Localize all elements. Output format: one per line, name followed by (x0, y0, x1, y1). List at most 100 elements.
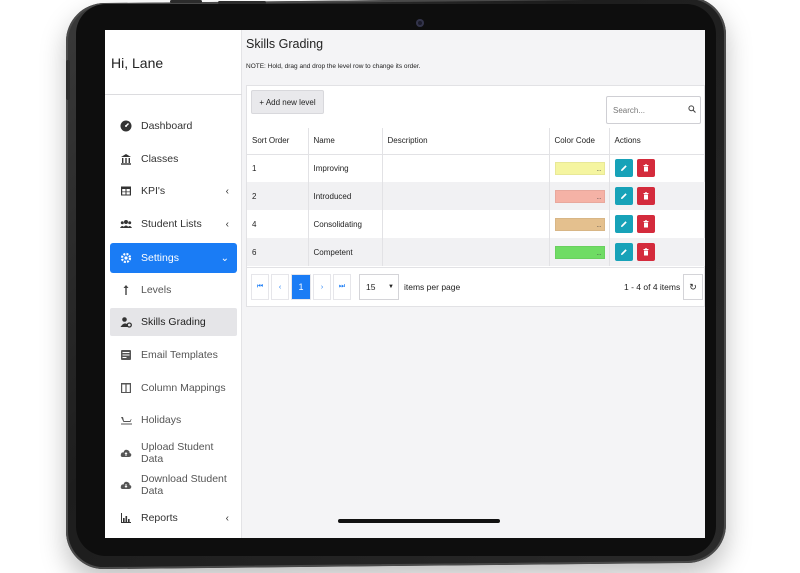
color-swatch[interactable]: ... (554, 217, 605, 231)
top-button-2 (218, 1, 266, 4)
edit-button[interactable] (614, 243, 633, 261)
sidebar-item-classes[interactable]: Classes (110, 145, 237, 173)
table-header-row: Sort Order Name Description Color Code A… (247, 128, 705, 155)
column-header-description[interactable]: Description (382, 128, 550, 155)
cloud-download-icon (120, 479, 132, 491)
sidebar-item-levels[interactable]: Levels (110, 276, 237, 304)
color-swatch[interactable]: ... (554, 245, 605, 259)
cell-name: Competent (308, 238, 383, 266)
cell-actions (609, 154, 705, 182)
table-row[interactable]: 1 Improving ... (247, 154, 705, 182)
table-row[interactable]: 2 Introduced ... (247, 182, 705, 210)
chevron-left-icon: ‹ (225, 512, 229, 524)
column-header-color-code[interactable]: Color Code (549, 128, 610, 155)
greeting: Hi, Lane (111, 55, 164, 71)
first-page-button[interactable]: ⏮ (251, 274, 269, 300)
last-page-button[interactable]: ⏭ (333, 274, 351, 300)
search-input[interactable]: Search... (606, 96, 701, 124)
swatch-dots: ... (596, 194, 602, 201)
trash-icon (643, 248, 648, 256)
cell-actions (609, 238, 705, 266)
building-columns-icon (120, 153, 132, 165)
sidebar-item-settings[interactable]: Settings ⌄ (110, 243, 237, 273)
cell-color: ... (549, 182, 610, 210)
trash-icon (643, 220, 648, 228)
swatch-dots: ... (596, 166, 602, 173)
sidebar-item-column-mappings[interactable]: Column Mappings (110, 374, 237, 402)
cell-actions (609, 210, 705, 238)
page-size-select[interactable]: 15 ▼ (359, 274, 399, 300)
swatch-dots: ... (596, 222, 602, 229)
table-icon (120, 185, 132, 197)
cell-description (382, 154, 550, 182)
cell-sort-order: 4 (247, 210, 309, 238)
users-icon (120, 218, 132, 230)
next-page-button[interactable]: › (313, 274, 331, 300)
sidebar: Hi, Lane Dashboard Classes KPI's ‹ Stude… (105, 30, 242, 538)
trash-icon (643, 192, 648, 200)
swatch-dots: ... (596, 250, 602, 257)
page-1-button[interactable]: 1 (291, 274, 311, 300)
pencil-icon (620, 193, 627, 199)
sidebar-item-student-lists[interactable]: Student Lists ‹ (110, 210, 237, 238)
sidebar-item-dashboard[interactable]: Dashboard (110, 112, 237, 140)
user-cog-icon (120, 316, 132, 328)
page-size-label: items per page (404, 282, 461, 292)
search-placeholder: Search... (613, 105, 646, 115)
edit-button[interactable] (614, 215, 633, 233)
column-header-sort-order[interactable]: Sort Order (247, 128, 309, 155)
add-level-button[interactable]: + Add new level (251, 90, 324, 114)
cell-sort-order: 2 (247, 182, 309, 210)
sidebar-item-label: Holidays (141, 414, 182, 426)
chevron-left-icon: ‹ (225, 185, 229, 197)
sidebar-item-email-templates[interactable]: Email Templates (110, 341, 237, 369)
sidebar-item-label: Download Student Data (141, 473, 227, 497)
caret-down-icon: ▼ (388, 284, 394, 290)
sidebar-item-label: Dashboard (141, 120, 193, 132)
cell-name: Consolidating (308, 210, 383, 238)
sidebar-item-label: Levels (141, 284, 172, 296)
sidebar-item-label: Reports (141, 512, 178, 524)
level-up-icon (120, 284, 132, 296)
volume-button (66, 60, 70, 100)
cloud-upload-icon (120, 447, 132, 459)
prev-page-button[interactable]: ‹ (271, 274, 289, 300)
top-button (170, 0, 202, 3)
delete-button[interactable] (636, 215, 655, 233)
trash-icon (643, 164, 648, 172)
sidebar-item-label: Upload Student Data (141, 441, 214, 465)
drag-note: NOTE: Hold, drag and drop the level row … (246, 63, 421, 70)
camera-icon (416, 19, 424, 27)
refresh-button[interactable]: ↻ (683, 274, 703, 300)
columns-icon (120, 382, 132, 394)
pencil-icon (620, 165, 627, 172)
search-icon (688, 105, 696, 115)
sleigh-icon (120, 414, 132, 426)
delete-button[interactable] (636, 187, 655, 205)
table-row[interactable]: 6 Competent ... (247, 238, 705, 266)
delete-button[interactable] (636, 159, 655, 178)
page-title: Skills Grading (246, 37, 324, 51)
column-header-name[interactable]: Name (308, 128, 383, 155)
cell-name: Introduced (308, 182, 383, 210)
edit-button[interactable] (614, 159, 633, 178)
color-swatch[interactable]: ... (554, 189, 605, 203)
delete-button[interactable] (636, 243, 655, 261)
gear-icon (120, 252, 132, 264)
sidebar-item-skills-grading[interactable]: Skills Grading (110, 308, 237, 336)
cell-actions (609, 182, 705, 210)
edit-button[interactable] (614, 187, 633, 205)
sidebar-item-reports[interactable]: Reports ‹ (110, 504, 237, 532)
color-swatch[interactable]: ... (554, 161, 605, 175)
sidebar-item-upload-student-data[interactable]: Upload Student Data (110, 439, 237, 467)
pencil-icon (620, 221, 627, 227)
table-row[interactable]: 4 Consolidating ... (247, 210, 705, 238)
dashboard-gauge-icon (120, 120, 132, 132)
cell-description (382, 238, 550, 266)
sidebar-item-holidays[interactable]: Holidays (110, 406, 237, 434)
cell-description (382, 182, 550, 210)
pencil-icon (620, 249, 627, 255)
sidebar-item-kpis[interactable]: KPI's ‹ (110, 177, 237, 205)
sidebar-item-download-student-data[interactable]: Download Student Data (110, 471, 237, 499)
pagination: ⏮ ‹ 1 › ⏭ 15 ▼ items per page 1 - 4 of 4… (247, 267, 705, 307)
